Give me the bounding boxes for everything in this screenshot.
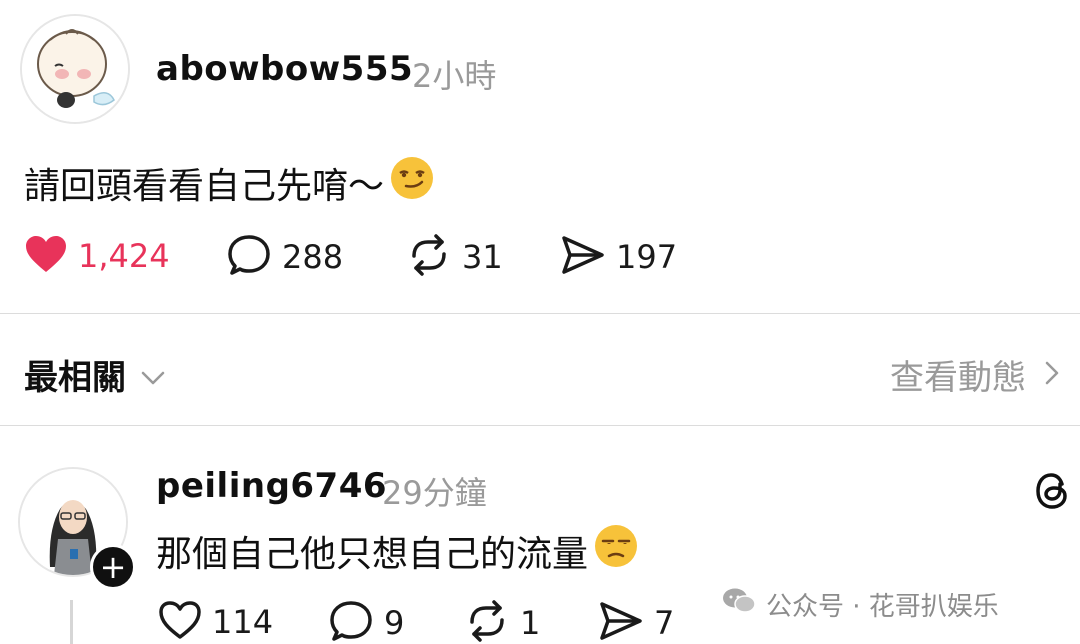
send-icon — [560, 234, 606, 280]
share-count: 197 — [616, 238, 678, 276]
view-activity-label: 查看動態 — [890, 358, 1026, 398]
comment-icon — [328, 600, 374, 644]
repost-icon — [406, 234, 452, 280]
reply-repost-count: 1 — [520, 604, 541, 642]
reply-button[interactable]: 288 — [226, 234, 343, 280]
avatar[interactable] — [20, 14, 130, 124]
like-button[interactable]: 1,424 — [24, 234, 170, 278]
sort-label: 最相關 — [24, 358, 126, 398]
reply-like-count: 114 — [212, 603, 274, 641]
reply-count: 288 — [282, 238, 344, 276]
reply-repost-button[interactable]: 1 — [464, 600, 540, 644]
watermark-text: 公众号 · 花哥扒娱乐 — [766, 592, 999, 622]
share-button[interactable]: 197 — [560, 234, 677, 280]
reply-text: 那個自己他只想自己的流量 — [156, 533, 589, 575]
view-activity-link[interactable]: 查看動態 — [890, 350, 1060, 399]
smirking-face-icon — [390, 156, 434, 209]
chevron-right-icon — [1044, 355, 1060, 395]
sort-dropdown[interactable]: 最相關 — [24, 350, 166, 399]
post-username[interactable]: abowbow555 — [156, 49, 413, 89]
send-icon — [598, 600, 644, 644]
divider — [0, 313, 1080, 314]
reply-body: 那個自己他只想自己的流量 — [156, 524, 638, 577]
reply-timestamp: 29分鐘 — [382, 474, 487, 512]
reply-like-button[interactable]: 114 — [158, 600, 273, 644]
post-timestamp: 2小時 — [412, 57, 497, 95]
reply-share-count: 7 — [654, 604, 675, 642]
plus-icon: + — [99, 548, 127, 586]
post-text: 請回頭看看自己先唷～ — [24, 165, 385, 207]
repost-button[interactable]: 31 — [406, 234, 503, 280]
threads-logo-icon[interactable] — [1032, 470, 1072, 516]
like-count: 1,424 — [78, 237, 170, 275]
repost-icon — [464, 600, 510, 644]
thread-line — [70, 600, 73, 644]
comment-icon — [226, 234, 272, 280]
reply-username[interactable]: peiling6746 — [156, 466, 387, 506]
watermark: 公众号 · 花哥扒娱乐 — [722, 586, 999, 623]
divider — [0, 425, 1080, 426]
reply-comment-count: 9 — [384, 604, 405, 642]
heart-icon — [24, 234, 68, 278]
unamused-face-icon — [594, 524, 638, 577]
repost-count: 31 — [462, 238, 503, 276]
heart-outline-icon — [158, 600, 202, 644]
chevron-down-icon — [140, 355, 166, 395]
wechat-icon — [722, 587, 756, 622]
post-body: 請回頭看看自己先唷～ — [24, 156, 434, 209]
reply-comment-button[interactable]: 9 — [328, 600, 404, 644]
reply-share-button[interactable]: 7 — [598, 600, 674, 644]
follow-plus-button[interactable]: + — [90, 544, 136, 590]
